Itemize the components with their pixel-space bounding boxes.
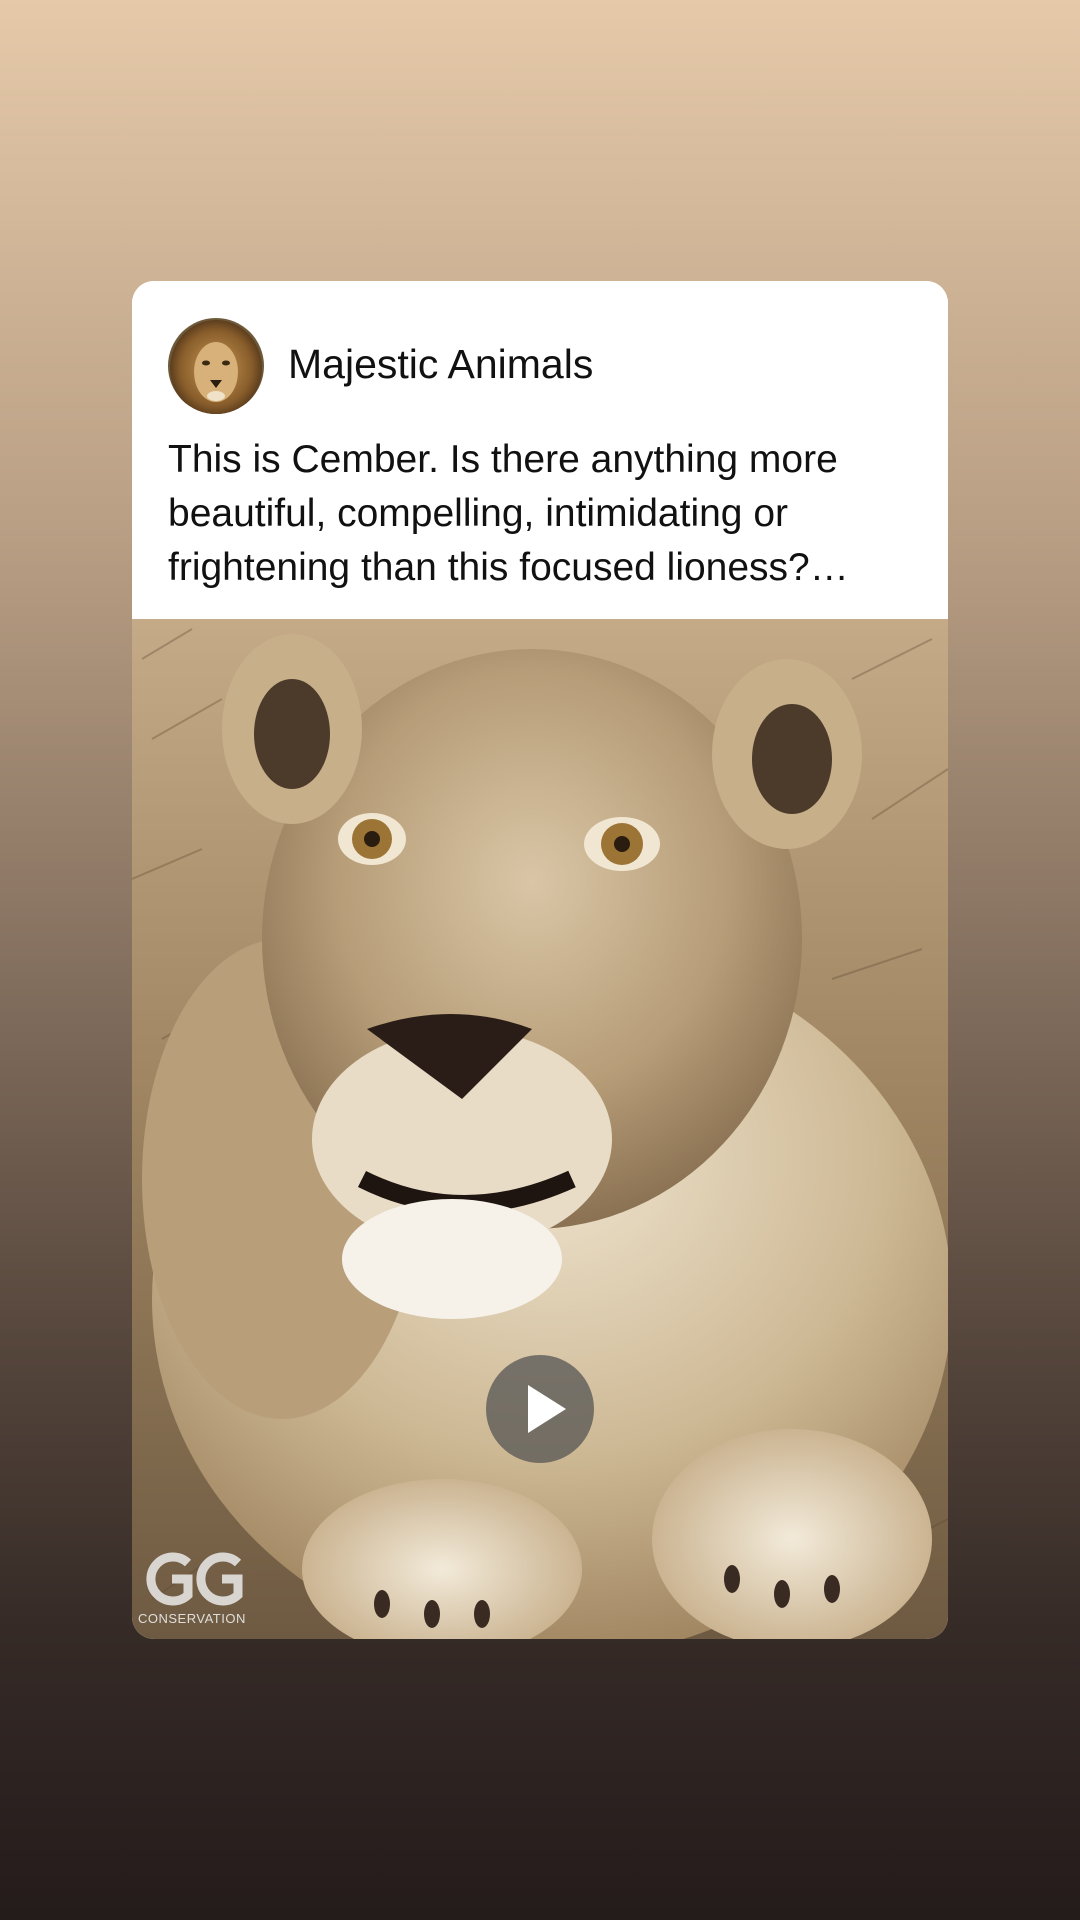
gg-logo-icon xyxy=(146,1552,243,1606)
play-icon xyxy=(528,1385,566,1433)
post-caption[interactable]: This is Cember. Is there anything more b… xyxy=(168,433,928,595)
lioness-video-thumbnail xyxy=(132,619,948,1639)
page-avatar[interactable] xyxy=(168,318,264,414)
play-button[interactable] xyxy=(486,1355,594,1463)
post-card[interactable]: Majestic Animals This is Cember. Is ther… xyxy=(132,281,948,1639)
watermark-text: CONSERVATION xyxy=(138,1611,246,1626)
post-header: Majestic Animals This is Cember. Is ther… xyxy=(132,281,948,619)
conservation-watermark: CONSERVATION xyxy=(138,1549,258,1629)
page-name[interactable]: Majestic Animals xyxy=(288,341,593,388)
post-video[interactable]: CONSERVATION xyxy=(132,619,948,1639)
lion-avatar-icon xyxy=(168,318,264,414)
